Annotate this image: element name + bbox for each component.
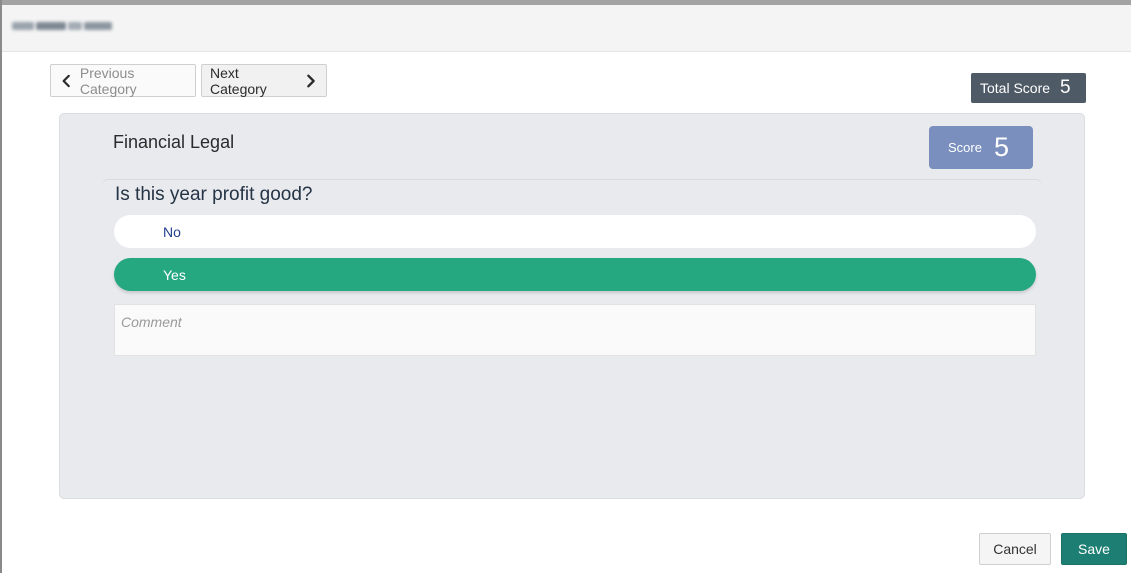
option-yes[interactable]: Yes <box>114 258 1036 291</box>
comment-field[interactable] <box>114 304 1036 356</box>
next-category-button[interactable]: Next Category <box>201 64 327 97</box>
option-label: No <box>163 223 181 240</box>
dialog-header <box>2 5 1131 52</box>
option-no[interactable]: No <box>114 215 1036 248</box>
previous-category-button[interactable]: Previous Category <box>50 64 196 97</box>
chevron-left-icon <box>62 74 70 87</box>
left-border <box>0 0 2 573</box>
category-score-badge: Score 5 <box>929 126 1033 169</box>
category-title: Financial Legal <box>113 132 235 152</box>
option-label: Yes <box>163 266 186 283</box>
score-label: Score <box>948 140 982 155</box>
category-panel: Financial Legal Score 5 Is this year pro… <box>59 113 1085 499</box>
next-category-label: Next Category <box>210 64 267 97</box>
total-score-value: 5 <box>1060 77 1071 98</box>
total-score-label: Total Score <box>980 80 1051 96</box>
redacted-title <box>12 17 112 35</box>
score-value: 5 <box>993 132 1009 162</box>
previous-category-label: Previous Category <box>79 64 137 97</box>
chevron-right-icon <box>306 74 315 87</box>
total-score-badge: Total Score 5 <box>971 73 1086 103</box>
question-text: Is this year profit good? <box>115 184 313 205</box>
dialog-frame: Previous Category Next Category Total Sc… <box>0 0 1131 573</box>
cancel-button[interactable]: Cancel <box>979 533 1051 565</box>
save-button[interactable]: Save <box>1061 533 1127 565</box>
